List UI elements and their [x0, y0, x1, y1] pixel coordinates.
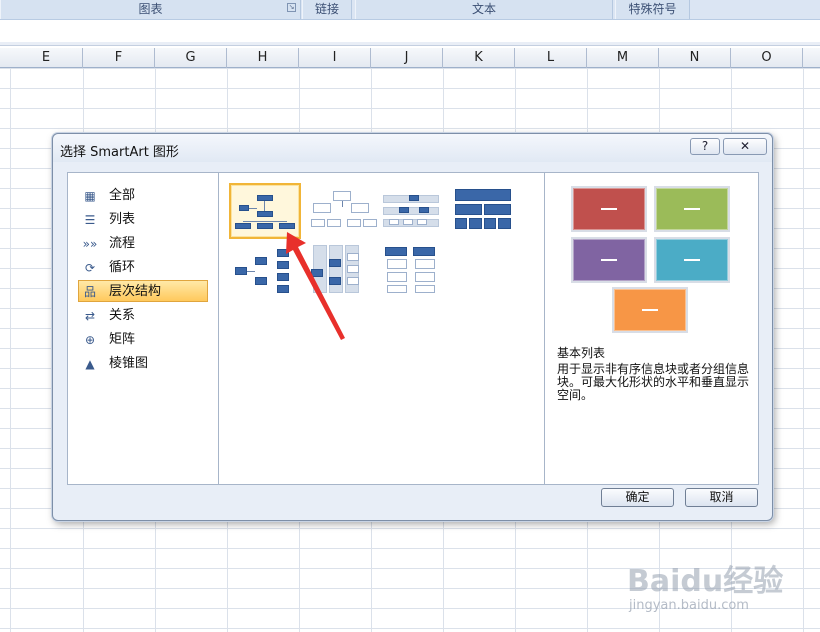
category-hierarchy[interactable]: 品 层次结构 — [78, 280, 208, 302]
pyramid-icon: ▲ — [85, 357, 95, 371]
column-header-f[interactable]: F — [83, 48, 155, 68]
layout-thumbnail-org-chart[interactable] — [229, 183, 301, 239]
baidu-watermark: Baidu经验 jingyan.baidu.com — [617, 556, 817, 630]
all-icon: ▦ — [84, 189, 96, 203]
column-header-o[interactable]: O — [731, 48, 803, 68]
category-label: 棱锥图 — [109, 356, 149, 371]
ribbon-group-link[interactable]: 链接 — [302, 0, 352, 19]
ribbon-group-text[interactable]: 文本 — [355, 0, 613, 19]
formula-bar[interactable] — [0, 20, 820, 46]
category-label: 全部 — [109, 188, 136, 203]
cancel-button[interactable]: 取消 — [685, 488, 758, 507]
preview-title: 基本列表 — [557, 346, 606, 360]
column-header-m[interactable]: M — [587, 48, 659, 68]
close-button[interactable]: ✕ — [723, 138, 767, 155]
hierarchy-icon: 品 — [83, 285, 96, 299]
preview-box-purple — [571, 237, 647, 283]
list-icon: ☰ — [84, 213, 96, 227]
preview-box-teal — [654, 237, 730, 283]
column-header-l[interactable]: L — [515, 48, 587, 68]
column-header-k[interactable]: K — [443, 48, 515, 68]
column-header-i[interactable]: I — [299, 48, 371, 68]
ribbon-group-label: 图表 — [138, 2, 163, 16]
preview-box-red — [571, 186, 647, 232]
ok-button[interactable]: 确定 — [601, 488, 674, 507]
layout-gallery — [218, 172, 545, 485]
category-matrix[interactable]: ⊕ 矩阵 — [79, 329, 209, 351]
category-relationship[interactable]: ⇄ 关系 — [79, 305, 209, 327]
category-label: 矩阵 — [109, 332, 136, 347]
layout-thumbnail-table-hierarchy[interactable] — [451, 183, 523, 239]
column-headers: E F G H I J K L M N O — [0, 48, 820, 68]
ribbon-group-label: 特殊符号 — [628, 2, 677, 16]
ribbon-group-bar: 图表 ↘ 链接 文本 特殊符号 — [0, 0, 820, 20]
watermark-logo-text: Baidu经验 — [627, 564, 784, 599]
watermark-url: jingyan.baidu.com — [629, 598, 749, 613]
category-cycle[interactable]: ⟳ 循环 — [79, 257, 209, 279]
preview-box-green — [654, 186, 730, 232]
column-header-g[interactable]: G — [155, 48, 227, 68]
column-header-n[interactable]: N — [659, 48, 731, 68]
dialog-title: 选择 SmartArt 图形 — [60, 145, 179, 160]
smartart-dialog: 选择 SmartArt 图形 ? ✕ ▦ 全部 ☰ 列表 »» 流程 ⟳ 循环 … — [52, 133, 773, 521]
preview-description: 用于显示非有序信息块或者分组信息块。可最大化形状的水平和垂直显示空间。 — [557, 362, 750, 402]
layout-thumbnail-hierarchy-list[interactable] — [379, 245, 451, 301]
ribbon-group-label: 文本 — [471, 2, 496, 16]
cycle-icon: ⟳ — [84, 261, 96, 275]
column-header-e[interactable]: E — [10, 48, 83, 68]
dialog-titlebar[interactable]: 选择 SmartArt 图形 ? ✕ — [53, 134, 772, 162]
ribbon-group-label: 链接 — [314, 2, 339, 16]
relationship-icon: ⇄ — [84, 309, 96, 323]
category-label: 层次结构 — [109, 284, 162, 299]
category-process[interactable]: »» 流程 — [79, 233, 209, 255]
category-pyramid[interactable]: ▲ 棱锥图 — [79, 353, 209, 375]
matrix-icon: ⊕ — [84, 333, 96, 347]
help-button[interactable]: ? — [690, 138, 720, 155]
category-label: 列表 — [109, 212, 136, 227]
column-header-h[interactable]: H — [227, 48, 299, 68]
category-list-item[interactable]: ☰ 列表 — [79, 209, 209, 231]
category-label: 循环 — [109, 260, 136, 275]
layout-thumbnail-labeled-horizontal-hierarchy[interactable] — [307, 245, 379, 301]
layout-thumbnail-hierarchy[interactable] — [307, 183, 379, 239]
layout-thumbnail-horizontal-hierarchy[interactable] — [229, 245, 301, 301]
ribbon-group-symbols[interactable]: 特殊符号 — [615, 0, 690, 19]
category-label: 关系 — [109, 308, 136, 323]
category-list: ▦ 全部 ☰ 列表 »» 流程 ⟳ 循环 品 层次结构 ⇄ 关系 ⊕ 矩阵 ▲ — [67, 172, 219, 485]
ribbon-group-chart[interactable]: 图表 ↘ — [0, 0, 301, 19]
column-header-j[interactable]: J — [371, 48, 443, 68]
process-icon: »» — [82, 237, 98, 251]
category-all[interactable]: ▦ 全部 — [79, 185, 209, 207]
preview-pane: 基本列表 用于显示非有序信息块或者分组信息块。可最大化形状的水平和垂直显示空间。 — [544, 172, 759, 485]
category-label: 流程 — [109, 236, 136, 251]
layout-thumbnail-labeled-hierarchy[interactable] — [381, 183, 453, 239]
preview-box-orange — [612, 287, 688, 333]
dialog-launcher-icon[interactable]: ↘ — [287, 3, 296, 12]
